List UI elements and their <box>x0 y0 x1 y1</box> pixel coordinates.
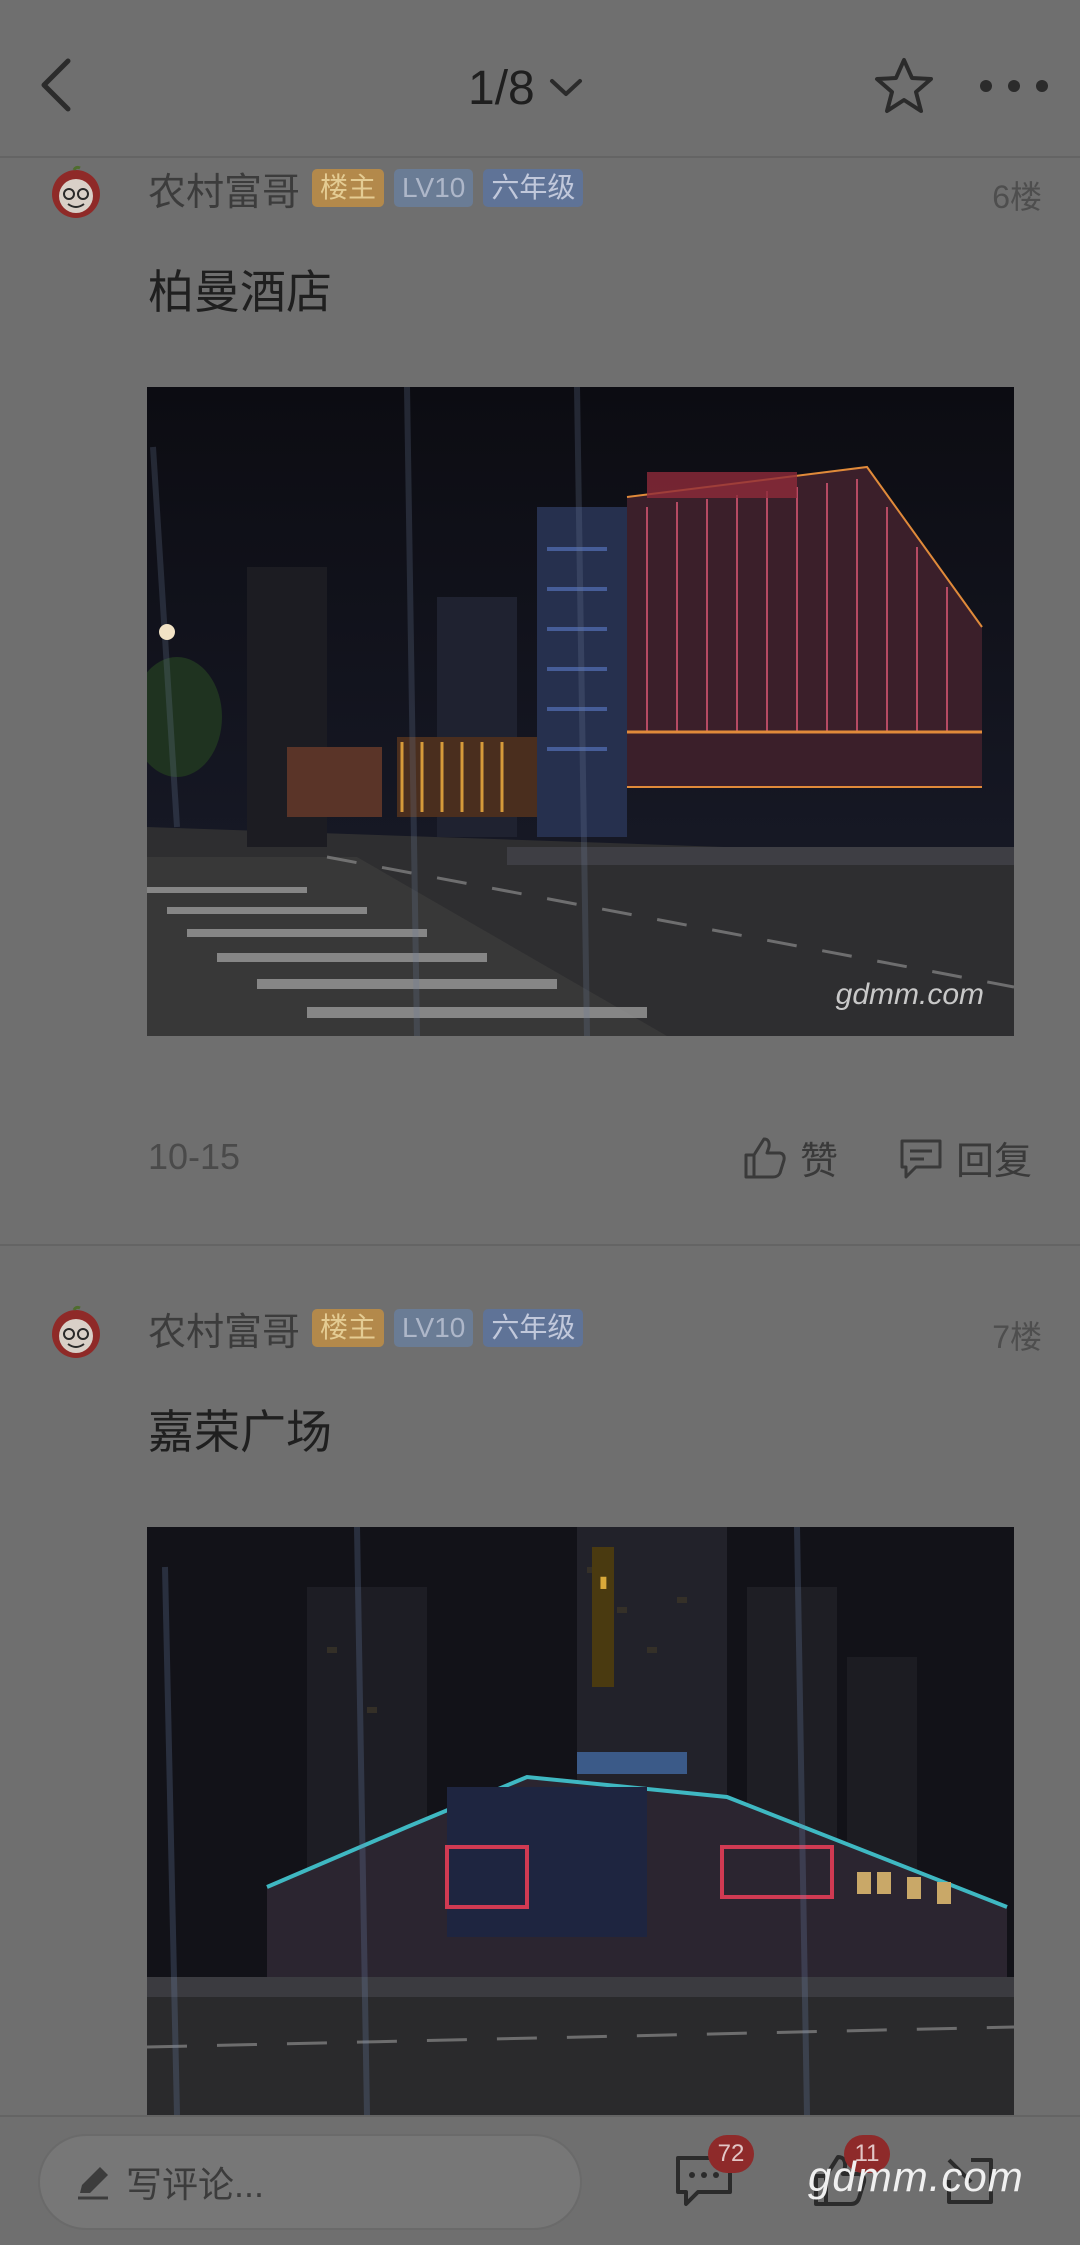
author-row: 农村富哥 楼主 LV10 六年级 <box>148 1306 584 1354</box>
pencil-icon <box>78 2167 108 2200</box>
top-nav-bar: 1/8 <box>0 0 1080 158</box>
like-label: 赞 <box>800 1141 839 1183</box>
site-watermark: gdmm.com <box>808 2153 1024 2200</box>
author-name[interactable]: 农村富哥 <box>148 1301 300 1356</box>
author-name[interactable]: 农村富哥 <box>148 161 300 216</box>
post-photo[interactable]: ▮ <box>147 1527 1014 2115</box>
more-button[interactable] <box>974 66 1054 106</box>
comments-button[interactable]: 72 <box>672 2135 754 2213</box>
favorite-button[interactable] <box>870 52 938 120</box>
grade-badge: 六年级 <box>483 169 584 207</box>
chevron-down-icon <box>549 79 582 96</box>
comment-count-badge: 72 <box>708 2135 754 2173</box>
reply-button[interactable]: 回复 <box>898 1130 1032 1185</box>
author-row: 农村富哥 楼主 LV10 六年级 <box>148 166 584 214</box>
owner-badge: 楼主 <box>312 169 385 207</box>
back-arrow-icon <box>41 58 71 112</box>
more-dots-icon <box>980 80 1048 92</box>
level-badge: LV10 <box>394 169 474 207</box>
floor-number: 7楼 <box>992 1319 1042 1355</box>
page-indicator-label: 1/8 <box>468 61 535 115</box>
avatar[interactable] <box>48 1304 104 1360</box>
post-divider <box>0 1244 1080 1246</box>
post-photo[interactable]: gdmm.com <box>147 387 1014 1036</box>
comment-placeholder: 写评论... <box>126 2164 265 2205</box>
comment-input[interactable]: 写评论... <box>38 2134 582 2230</box>
post-date: 10-15 <box>148 1136 241 1177</box>
reply-bubble-icon <box>900 1139 942 1178</box>
page-selector[interactable]: 1/8 <box>468 56 583 120</box>
thumbs-up-icon <box>744 1137 786 1178</box>
avatar[interactable] <box>48 164 104 220</box>
post-text: 柏曼酒店 <box>148 266 332 318</box>
star-icon <box>875 58 933 113</box>
reply-label: 回复 <box>956 1141 1033 1183</box>
svg-text:▮: ▮ <box>599 1572 608 1591</box>
post-text: 嘉荣广场 <box>148 1406 332 1458</box>
bottom-bar: 写评论... 72 11 gdmm.com <box>0 2115 1080 2245</box>
owner-badge: 楼主 <box>312 1309 385 1347</box>
floor-number: 6楼 <box>992 179 1042 215</box>
level-badge: LV10 <box>394 1309 474 1347</box>
grade-badge: 六年级 <box>483 1309 584 1347</box>
back-button[interactable] <box>26 50 86 120</box>
photo-watermark: gdmm.com <box>835 978 984 1011</box>
like-button[interactable]: 赞 <box>742 1130 838 1185</box>
